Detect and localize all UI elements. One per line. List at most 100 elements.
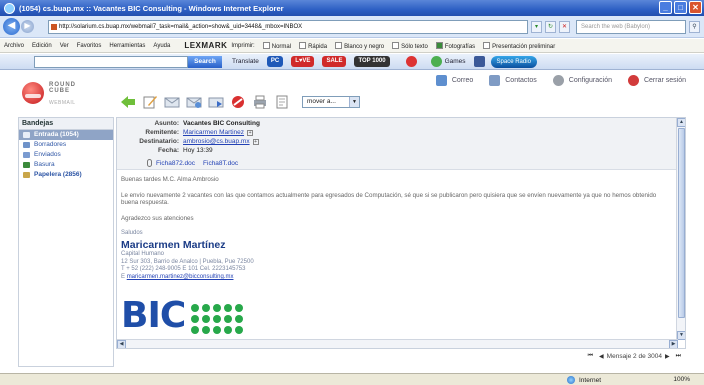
header-date-row: Fecha: Hoy 13:39 (119, 146, 213, 155)
gear-icon (552, 75, 564, 86)
nav-cerrar-sesion[interactable]: Cerrar sesión (627, 75, 686, 86)
nav-cerrar-sesion-label: Cerrar sesión (643, 77, 686, 84)
back-arrow-icon[interactable] (120, 95, 136, 109)
scroll-down-icon[interactable]: ▼ (677, 331, 685, 340)
alert-icon[interactable] (405, 56, 417, 67)
signature-email-link[interactable]: maricarmen.martinez@bicconsulting.mx (127, 274, 234, 280)
menu-favoritos[interactable]: Favoritos (77, 43, 102, 49)
nav-correo[interactable]: Correo (435, 75, 474, 86)
status-bar: Internet 100% (0, 373, 704, 385)
bic-logo-text: BIC (121, 295, 186, 336)
menu-edicion[interactable]: Edición (32, 43, 52, 49)
love-button[interactable]: L♥VE (291, 56, 315, 67)
print-text[interactable]: Sólo texto (392, 41, 428, 50)
security-zone: Internet (567, 376, 601, 384)
nav-configuracion[interactable]: Configuración (552, 75, 612, 86)
attachment-link[interactable]: Ficha8T.doc (203, 160, 238, 167)
menu-herramientas[interactable]: Herramientas (109, 43, 145, 49)
previous-message-icon[interactable]: ◀ (599, 353, 604, 360)
print-bw[interactable]: Blanco y negro (335, 41, 384, 50)
folder-junk[interactable]: Basura (19, 160, 113, 170)
folder-drafts[interactable]: Borradores (19, 140, 113, 150)
zone-label: Internet (579, 376, 602, 384)
nav-contactos[interactable]: Contactos (489, 75, 537, 86)
checkbox-icon (392, 41, 400, 49)
pager-text: Mensaje 2 de 3004 (606, 353, 662, 360)
pc-button[interactable]: PC (266, 56, 284, 67)
scroll-right-icon[interactable]: ▶ (669, 340, 678, 348)
header-from-row: Remitente: Maricarmen Martinez + (119, 128, 254, 137)
body-paragraph: Le envío nuevamente 2 vacantes con las q… (121, 191, 657, 207)
vertical-scrollbar[interactable]: ▲ ▼ (676, 118, 685, 340)
translate-button[interactable]: Translate (232, 58, 259, 65)
signature-phone: T + 52 (222) 248-9005 E 101 Cel. 2223145… (121, 266, 246, 273)
delete-icon[interactable] (230, 95, 246, 109)
forward-icon[interactable] (208, 95, 224, 109)
signature-name: Maricarmen Martínez (121, 238, 226, 251)
add-contact-icon[interactable]: + (252, 138, 259, 145)
move-to-select[interactable]: mover a... ▼ (302, 96, 360, 108)
signature-role: Capital Humano (121, 250, 165, 257)
nav-configuracion-label: Configuración (568, 77, 612, 84)
print-preview[interactable]: Presentación preliminar (483, 41, 555, 50)
from-link[interactable]: Maricarmen Martinez (183, 129, 244, 136)
last-message-icon[interactable]: ⏭ (676, 353, 681, 360)
folders-title: Bandejas (19, 118, 113, 130)
space-radio-button[interactable]: Space Radio (490, 55, 537, 68)
signature-email-row: E maricarmen.martinez@bicconsulting.mx (121, 274, 669, 282)
first-message-icon[interactable]: ⏮ (588, 353, 593, 360)
message-pane: Asunto: Vacantes BIC Consulting Remitent… (116, 117, 686, 349)
scroll-thumb[interactable] (678, 128, 685, 318)
subject-value: Vacantes BIC Consulting (183, 120, 260, 127)
nav-contactos-label: Contactos (505, 77, 537, 84)
toolbar-search-button[interactable]: Search (188, 55, 222, 68)
maximize-button[interactable]: □ (674, 1, 687, 14)
print-icon[interactable] (252, 95, 268, 109)
horizontal-scrollbar[interactable]: ◀ ▶ (117, 339, 678, 348)
next-message-icon[interactable]: ▶ (665, 353, 670, 360)
minimize-button[interactable]: _ (659, 1, 672, 14)
menu-ayuda[interactable]: Ayuda (153, 43, 170, 49)
move-to-label: mover a... (307, 98, 336, 105)
url-field[interactable]: http://solarium.cs.buap.mx/webmail7_task… (48, 19, 528, 34)
nav-correo-label: Correo (451, 77, 474, 84)
preview-icon (483, 41, 491, 49)
refresh-icon[interactable]: ↻ (545, 20, 556, 33)
sale-button[interactable]: SALE (322, 56, 347, 67)
menu-ver[interactable]: Ver (60, 43, 69, 49)
menu-archivo[interactable]: Archivo (4, 43, 24, 49)
games-button[interactable]: Games (445, 58, 466, 65)
facebook-icon[interactable] (473, 56, 485, 67)
reply-all-icon[interactable] (186, 95, 202, 109)
folders-sidebar: Bandejas Entrada (1054) Borradores Envia… (18, 117, 114, 367)
close-button[interactable]: ✕ (689, 1, 702, 14)
zoom-level[interactable]: 100% (673, 376, 690, 383)
attachment-link[interactable]: Ficha872.doc (156, 160, 195, 167)
print-normal[interactable]: Normal (262, 41, 291, 50)
games-icon[interactable] (430, 56, 442, 67)
print-photos[interactable]: Fotografías (435, 41, 475, 50)
print-rapida[interactable]: Rápida (299, 41, 327, 50)
search-icon[interactable]: ⚲ (689, 20, 700, 33)
folder-inbox[interactable]: Entrada (1054) (19, 130, 113, 140)
folder-sent[interactable]: Enviados (19, 150, 113, 160)
folder-trash[interactable]: Papelera (2856) (19, 170, 113, 180)
toolbar-search-field[interactable] (34, 55, 188, 68)
reply-icon[interactable] (164, 95, 180, 109)
add-contact-icon[interactable]: + (247, 129, 254, 136)
folder-trash-label: Papelera (2856) (34, 171, 82, 178)
paperclip-icon (147, 159, 152, 167)
stop-icon[interactable]: ✕ (559, 20, 570, 33)
compose-icon[interactable] (142, 95, 158, 109)
scroll-up-icon[interactable]: ▲ (677, 118, 685, 127)
web-search-input[interactable]: Search the web (Babylon) (576, 19, 686, 34)
top1000-button[interactable]: TOP 1000 (354, 56, 390, 67)
back-button[interactable]: ◀ (3, 18, 20, 35)
forward-button[interactable]: ▶ (21, 20, 34, 33)
to-link[interactable]: ambrosio@cs.buap.mx (183, 138, 250, 145)
scroll-left-icon[interactable]: ◀ (117, 340, 126, 348)
logo-text: ROUND CUBE (49, 82, 76, 94)
source-icon[interactable] (274, 95, 290, 109)
url-dropdown-button[interactable]: ▾ (531, 20, 542, 33)
checkbox-icon (299, 41, 307, 49)
